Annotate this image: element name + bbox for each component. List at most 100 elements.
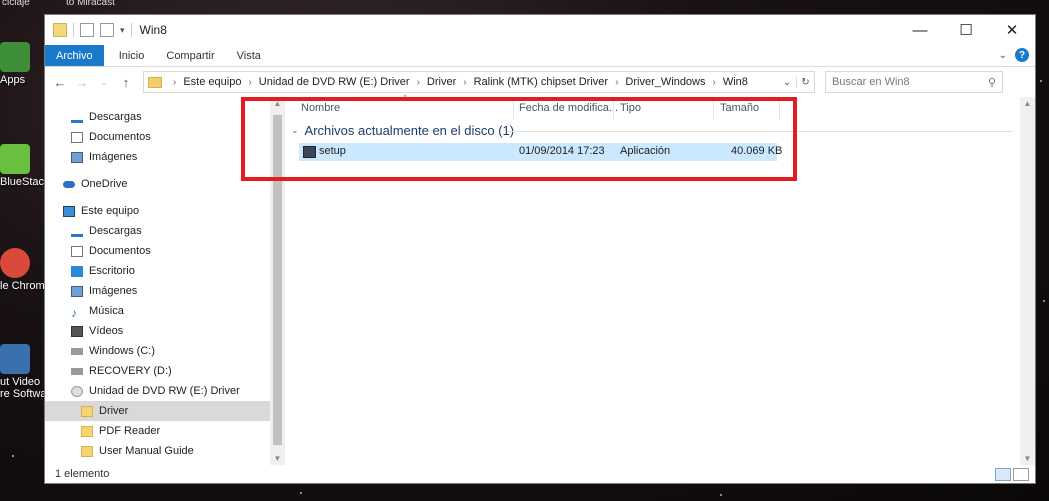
close-button[interactable]: ✕ <box>989 15 1035 45</box>
sidebar-item[interactable]: Vídeos <box>45 321 285 341</box>
tab-vista[interactable]: Vista <box>226 45 272 66</box>
back-button[interactable]: ← <box>51 75 69 90</box>
search-icon: ⚲ <box>987 76 996 89</box>
folder-icon <box>81 405 93 417</box>
sidebar-item[interactable]: PDF Reader <box>45 421 285 441</box>
customize-qat-icon[interactable]: ▾ <box>120 25 125 36</box>
desktop-icon-label: BlueStacks <box>0 176 56 188</box>
sidebar-item[interactable]: RECOVERY (D:) <box>45 361 285 381</box>
large-icons-view-button[interactable] <box>1013 468 1029 481</box>
sidebar-item-label: OneDrive <box>81 178 128 190</box>
chrome-icon <box>0 248 30 278</box>
videos-icon <box>71 325 83 337</box>
breadcrumb-dvd-drive[interactable]: Unidad de DVD RW (E:) Driver <box>259 76 410 88</box>
sidebar-item-label: Imágenes <box>89 285 138 297</box>
folder-icon <box>81 445 93 457</box>
sidebar-item[interactable]: ♪ Música <box>45 301 285 321</box>
sidebar-item-label: Este equipo <box>81 205 140 217</box>
sidebar-item-label: Escritorio <box>89 265 135 277</box>
address-bar[interactable]: › Este equipo › Unidad de DVD RW (E:) Dr… <box>143 71 815 93</box>
desktop-icon-video[interactable]: ut Video re Softwa <box>0 344 47 400</box>
sidebar-item-label: Descargas <box>89 111 142 123</box>
desktop-icon-apps[interactable]: Apps <box>0 42 44 86</box>
title-bar: ▾ Win8 — ☐ ✕ <box>45 15 1035 45</box>
sidebar-item[interactable]: Documentos <box>45 241 285 261</box>
desktop-icon-bluestacks[interactable]: BlueStacks <box>0 144 56 188</box>
breadcrumb-separator[interactable]: › <box>463 77 466 88</box>
scroll-down-icon[interactable]: ▼ <box>1020 454 1035 463</box>
sidebar-item[interactable]: User Manual Guide <box>45 441 285 461</box>
sidebar-item-label: Vídeos <box>89 325 124 337</box>
breadcrumb-driver-windows[interactable]: Driver_Windows <box>625 76 705 88</box>
desktop-icon-label: le Chrome <box>0 280 51 292</box>
content-scrollbar[interactable]: ▲ ▼ <box>1020 97 1035 465</box>
folder-icon <box>53 23 67 37</box>
refresh-icon[interactable]: ↻ <box>796 76 814 88</box>
status-bar: 1 elemento <box>45 465 1035 483</box>
breadcrumb-driver[interactable]: Driver <box>427 76 456 88</box>
sidebar-item[interactable]: Escritorio <box>45 261 285 281</box>
sidebar-item[interactable]: Imágenes <box>45 281 285 301</box>
sidebar-item[interactable]: Descargas <box>45 221 285 241</box>
minimize-button[interactable]: — <box>897 15 943 45</box>
sidebar-item[interactable]: Driver <box>45 401 285 421</box>
drive-icon <box>71 347 83 355</box>
recent-locations-button[interactable]: ⌄ <box>95 77 113 88</box>
tab-archivo[interactable]: Archivo <box>45 45 104 66</box>
breadcrumb-este-equipo[interactable]: Este equipo <box>183 76 241 88</box>
drive-icon <box>71 367 83 375</box>
sidebar-item-label: Música <box>89 305 124 317</box>
desktop-icon <box>71 265 83 277</box>
search-input[interactable]: Buscar en Win8 ⚲ <box>825 71 1003 93</box>
help-icon[interactable]: ? <box>1015 48 1029 62</box>
highlight-box <box>241 97 797 181</box>
forward-button[interactable]: → <box>73 75 91 90</box>
sidebar-item-label: Driver <box>99 405 129 417</box>
new-folder-icon[interactable] <box>100 23 114 37</box>
folder-icon <box>81 425 93 437</box>
breadcrumb-win8[interactable]: Win8 <box>723 76 748 88</box>
downloads-icon <box>71 112 83 123</box>
sidebar-item[interactable]: Windows (C:) <box>45 341 285 361</box>
breadcrumb-separator[interactable]: › <box>713 77 716 88</box>
folder-icon <box>148 76 162 88</box>
desktop-icon-chrome[interactable]: le Chrome <box>0 248 51 292</box>
dvd-icon <box>71 385 83 397</box>
maximize-button[interactable]: ☐ <box>943 15 989 45</box>
breadcrumb-separator[interactable]: › <box>248 77 251 88</box>
tab-compartir[interactable]: Compartir <box>155 45 225 66</box>
up-button[interactable]: ↑ <box>117 75 135 90</box>
sidebar-item-label: User Manual Guide <box>99 445 194 457</box>
video-software-icon <box>0 344 30 374</box>
breadcrumb-ralink[interactable]: Ralink (MTK) chipset Driver <box>474 76 608 88</box>
desktop-icon-label: Apps <box>0 74 26 86</box>
scroll-up-icon[interactable]: ▲ <box>1020 99 1035 108</box>
explorer-window: ▾ Win8 — ☐ ✕ Archivo Inicio Compartir Vi… <box>44 14 1036 484</box>
sidebar-item-label: Documentos <box>89 131 151 143</box>
breadcrumb-separator[interactable]: › <box>615 77 618 88</box>
desktop-icon-label: re Softwa <box>0 388 47 400</box>
breadcrumb-separator: › <box>173 76 177 88</box>
documents-icon <box>71 131 83 143</box>
sidebar-item-label: Documentos <box>89 245 151 257</box>
apps-icon <box>0 42 30 72</box>
scroll-down-icon[interactable]: ▼ <box>270 454 285 463</box>
documents-icon <box>71 245 83 257</box>
properties-icon[interactable] <box>80 23 94 37</box>
pictures-icon <box>71 151 83 163</box>
search-placeholder: Buscar en Win8 <box>832 76 910 88</box>
expand-ribbon-icon[interactable]: ⌄ <box>999 50 1007 61</box>
tab-inicio[interactable]: Inicio <box>108 45 156 66</box>
sidebar-item-label: Imágenes <box>89 151 138 163</box>
sidebar-item[interactable]: Unidad de DVD RW (E:) Driver <box>45 381 285 401</box>
window-controls: — ☐ ✕ <box>897 15 1035 45</box>
onedrive-icon <box>63 180 75 188</box>
desktop-label: to Miracast <box>66 0 115 8</box>
sidebar-item[interactable]: Este equipo <box>45 201 285 221</box>
desktop-label: ciclaje <box>2 0 30 8</box>
breadcrumb-separator[interactable]: › <box>417 77 420 88</box>
address-dropdown-icon[interactable]: ⌄ <box>778 77 796 88</box>
window-title: Win8 <box>139 23 167 37</box>
details-view-button[interactable] <box>995 468 1011 481</box>
navigation-bar: ← → ⌄ ↑ › Este equipo › Unidad de DVD RW… <box>45 67 1035 97</box>
